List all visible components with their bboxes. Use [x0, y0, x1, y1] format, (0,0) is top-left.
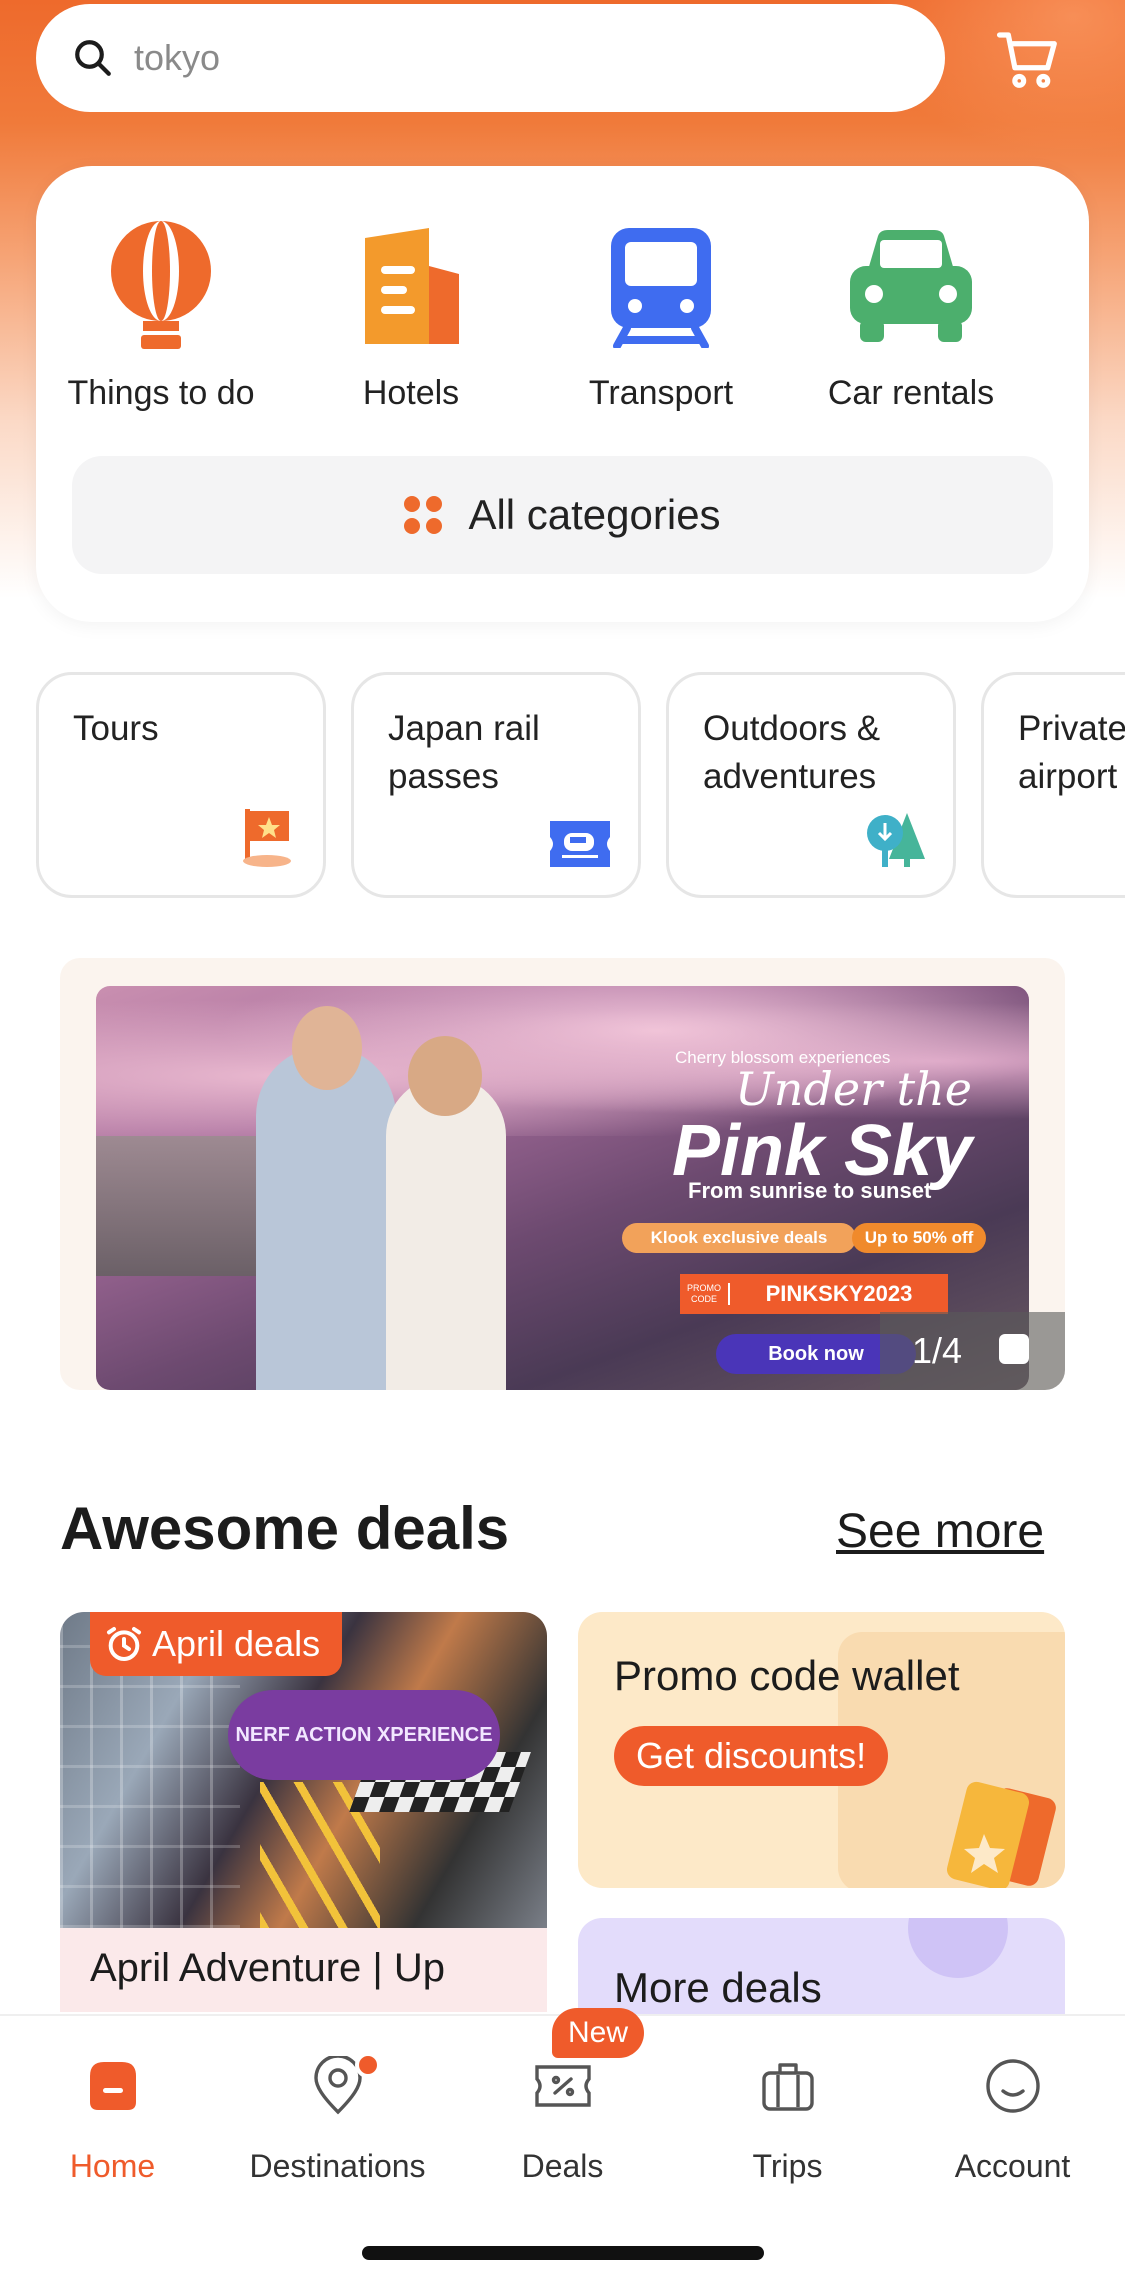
subcategory-carousel[interactable]: Tours Japan rail passes Outdoors & adven… [36, 672, 1125, 898]
subcategory-label: Private airport [1018, 709, 1125, 796]
search-bar[interactable]: tokyo [36, 4, 945, 112]
category-things-to-do[interactable]: Things to do [36, 218, 286, 413]
banner-discount-pill: Up to 50% off [852, 1223, 986, 1253]
pause-icon[interactable] [999, 1334, 1029, 1364]
more-deals-title: More deals [614, 1964, 822, 2011]
new-badge: New [552, 2008, 644, 2058]
banner-page-counter: 1/4 [880, 1312, 1065, 1390]
promo-code-label: PROMO CODE [680, 1283, 730, 1305]
nav-trips[interactable]: Trips [675, 2046, 900, 2185]
nav-label: Account [954, 2148, 1071, 2184]
cart-icon[interactable] [993, 24, 1063, 94]
nav-label: Deals [521, 2148, 604, 2184]
home-indicator[interactable] [362, 2246, 764, 2260]
coupon-icon [946, 1781, 1056, 1888]
balloon-icon [111, 221, 211, 349]
category-label: Car rentals [827, 374, 995, 412]
banner-subtitle: From sunrise to sunset [688, 1178, 932, 1203]
rail-pass-icon [550, 821, 610, 867]
search-input[interactable]: tokyo [134, 37, 220, 79]
promo-card-title: Promo code wallet [614, 1652, 960, 1699]
search-icon [75, 40, 111, 76]
alarm-clock-icon [107, 1627, 141, 1661]
home-icon [89, 2062, 136, 2110]
promo-code-value: PINKSKY2023 [765, 1281, 913, 1306]
nav-home[interactable]: Home [0, 2046, 225, 2185]
category-label: Transport [588, 374, 734, 412]
banner-exclusive-pill: Klook exclusive deals [622, 1223, 856, 1253]
trees-icon [867, 813, 925, 867]
category-car-rentals[interactable]: Car rentals [786, 218, 1036, 413]
nav-deals[interactable]: Deals [450, 2046, 675, 2185]
category-hotels[interactable]: Hotels [286, 218, 536, 413]
subcategory-tours[interactable]: Tours [36, 672, 326, 898]
subcategory-label: Outdoors & adventures [703, 709, 881, 796]
promo-code-wallet-card[interactable]: Promo code wallet Get discounts! [578, 1612, 1065, 1888]
hotel-icon [365, 228, 459, 344]
smiley-icon [985, 2059, 1040, 2113]
nav-account[interactable]: Account [900, 2046, 1125, 2185]
april-deals-badge: April deals [90, 1612, 343, 1676]
deal-card-april[interactable]: NERF ACTION XPERIENCE April deals April … [60, 1612, 547, 2012]
deal-image-caption: NERF ACTION XPERIENCE [228, 1690, 500, 1780]
category-card: Things to do Hotels Transport Car rental… [36, 166, 1089, 622]
nav-destinations[interactable]: Destinations [225, 2046, 450, 2185]
discount-ticket-icon [534, 2065, 591, 2107]
nav-label: Destinations [249, 2148, 426, 2184]
subcategory-label: Japan rail passes [388, 709, 540, 796]
see-more-link[interactable]: See more [836, 1504, 1044, 1559]
category-transport[interactable]: Transport [536, 218, 786, 413]
grid-dots-icon [404, 496, 443, 534]
badge-label: April deals [152, 1623, 321, 1664]
category-label: Hotels [362, 374, 460, 412]
train-icon [611, 228, 711, 348]
notification-dot [355, 2052, 381, 2078]
subcategory-japan-rail-passes[interactable]: Japan rail passes [351, 672, 641, 898]
banner-counter-text: 1/4 [912, 1330, 963, 1371]
category-label: Things to do [67, 374, 255, 412]
subcategory-label: Tours [73, 709, 159, 748]
subcategory-outdoors-adventures[interactable]: Outdoors & adventures [666, 672, 956, 898]
banner-promo-code: PROMO CODE PINKSKY2023 [680, 1274, 948, 1314]
nav-label: Home [69, 2148, 156, 2184]
subcategory-private-airport[interactable]: Private airport [981, 672, 1125, 898]
section-title: Awesome deals [60, 1495, 510, 1562]
flag-icon [243, 809, 291, 867]
banner-script-title: Under the [735, 1062, 973, 1116]
car-icon [850, 230, 972, 342]
all-categories-button[interactable]: All categories [72, 456, 1053, 574]
all-categories-label: All categories [468, 491, 721, 538]
deal-name: April Adventure | Up [90, 1946, 446, 1990]
get-discounts-button[interactable]: Get discounts! [614, 1726, 889, 1786]
nav-label: Trips [752, 2148, 823, 2184]
suitcase-icon [761, 2063, 814, 2111]
